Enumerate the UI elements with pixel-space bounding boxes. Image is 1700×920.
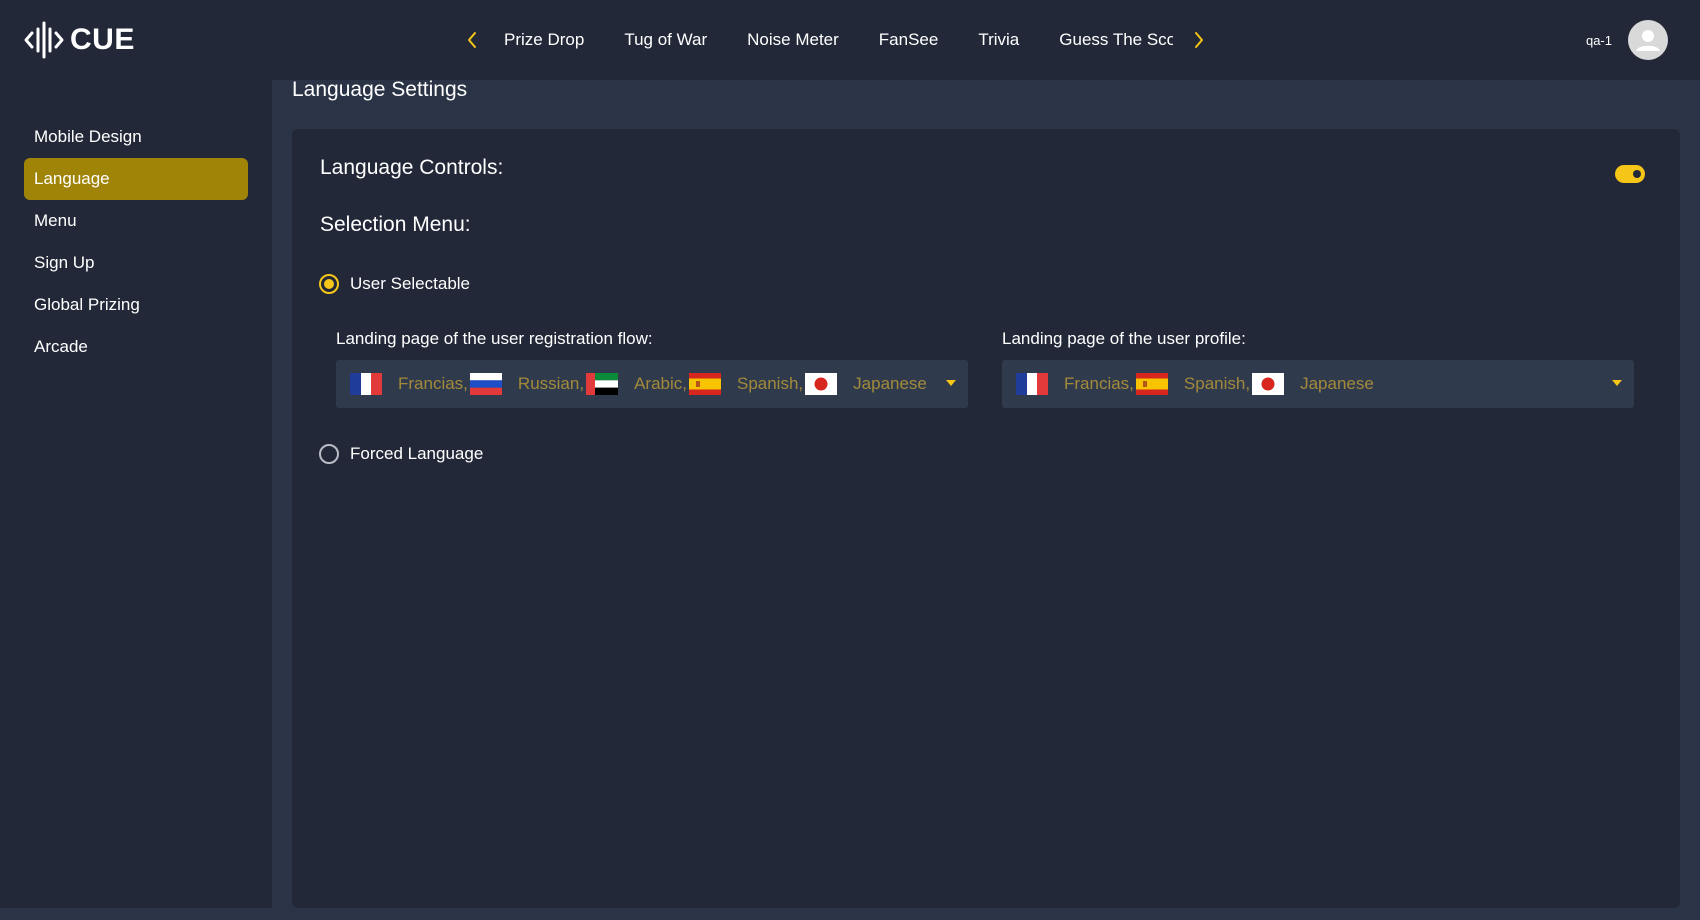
- cue-logo-icon: [24, 21, 64, 59]
- spain-flag-icon: [688, 373, 721, 395]
- tab-guess-the-score[interactable]: Guess The Sco: [1059, 30, 1173, 50]
- language-chip: Russian,: [469, 373, 586, 395]
- language-chip-label: Japanese: [853, 374, 927, 393]
- language-controls-toggle[interactable]: [1615, 165, 1645, 183]
- registration-landing-label: Landing page of the user registration fl…: [336, 329, 653, 348]
- user-selectable-radio[interactable]: [319, 274, 339, 294]
- forced-language-radio[interactable]: [319, 444, 339, 464]
- forced-language-option[interactable]: Forced Language: [319, 444, 483, 464]
- selection-menu-label: Selection Menu:: [320, 213, 471, 236]
- avatar[interactable]: [1628, 20, 1668, 60]
- language-controls-label: Language Controls:: [320, 156, 504, 179]
- tabs-next-button[interactable]: [1187, 28, 1211, 52]
- tab-noise-meter[interactable]: Noise Meter: [747, 30, 839, 50]
- sidebar-item-label: Arcade: [34, 337, 88, 356]
- dropdown-caret-icon[interactable]: [1612, 380, 1622, 386]
- top-bar: CUE Prize Drop Tug of War Noise Meter Fa…: [0, 0, 1700, 80]
- tab-prize-drop[interactable]: Prize Drop: [504, 30, 584, 50]
- profile-landing-label: Landing page of the user profile:: [1002, 329, 1246, 348]
- language-chip: Francias,: [1016, 373, 1136, 395]
- chevron-right-icon: [1195, 32, 1204, 48]
- language-chip: Francias,: [350, 373, 470, 395]
- language-chip-label: Arabic,: [634, 374, 687, 393]
- page-title: Language Settings: [292, 78, 468, 101]
- language-chip-label: Spanish,: [1183, 374, 1251, 393]
- language-chip-label: Francias,: [1064, 374, 1134, 393]
- language-chip: Spanish,: [1135, 373, 1252, 395]
- language-chip-label: Japanese: [1300, 374, 1374, 393]
- sidebar-item-global-prizing[interactable]: Global Prizing: [24, 284, 248, 326]
- sidebar: Mobile Design Language Menu Sign Up Glob…: [0, 80, 272, 908]
- sidebar-item-mobile-design[interactable]: Mobile Design: [24, 116, 248, 158]
- dropdown-caret-icon[interactable]: [946, 380, 956, 386]
- logo[interactable]: CUE: [24, 20, 135, 60]
- user-selectable-label: User Selectable: [350, 274, 471, 293]
- japan-flag-icon: [805, 373, 838, 395]
- forced-language-label: Forced Language: [350, 444, 484, 463]
- user-menu[interactable]: qa-1: [1586, 20, 1668, 60]
- language-chip: Japanese: [805, 373, 929, 395]
- bottom-strip: [0, 908, 1700, 920]
- sidebar-item-label: Menu: [34, 211, 77, 230]
- sidebar-item-label: Sign Up: [34, 253, 95, 272]
- russia-flag-icon: [469, 373, 502, 395]
- profile-language-select[interactable]: Francias, Spanish, Japanese: [1002, 360, 1634, 408]
- japan-flag-icon: [1252, 373, 1285, 395]
- language-chip-label: Russian,: [517, 374, 585, 393]
- spain-flag-icon: [1135, 373, 1168, 395]
- tab-fansee[interactable]: FanSee: [879, 30, 939, 50]
- sidebar-item-label: Global Prizing: [34, 295, 140, 314]
- registration-language-select[interactable]: Francias, Russian, Arabic, Spanish, Japa…: [336, 360, 968, 408]
- sidebar-item-language[interactable]: Language: [24, 158, 248, 200]
- user-selectable-option[interactable]: User Selectable: [319, 274, 470, 294]
- tabs-prev-button[interactable]: [460, 28, 484, 52]
- language-chip: Arabic,: [586, 373, 689, 395]
- language-chip: Spanish,: [688, 373, 805, 395]
- sidebar-item-label: Language: [34, 169, 110, 188]
- sidebar-item-sign-up[interactable]: Sign Up: [24, 242, 248, 284]
- france-flag-icon: [350, 373, 382, 395]
- user-icon: [1636, 30, 1660, 51]
- logo-text: CUE: [70, 23, 135, 56]
- feature-tabs: Prize Drop Tug of War Noise Meter FanSee…: [460, 20, 1211, 60]
- tab-trivia[interactable]: Trivia: [978, 30, 1019, 50]
- sidebar-item-arcade[interactable]: Arcade: [24, 326, 248, 368]
- toggle-knob: [1633, 170, 1641, 178]
- language-chip-label: Spanish,: [736, 374, 804, 393]
- sidebar-item-menu[interactable]: Menu: [24, 200, 248, 242]
- uae-flag-icon: [586, 373, 619, 395]
- tab-tug-of-war[interactable]: Tug of War: [624, 30, 707, 50]
- user-name: qa-1: [1585, 32, 1612, 48]
- language-settings-panel: Language Controls: Selection Menu: User …: [292, 129, 1680, 908]
- chevron-left-icon: [468, 32, 476, 48]
- language-chip-label: Francias,: [398, 374, 468, 393]
- sidebar-item-label: Mobile Design: [34, 127, 142, 146]
- language-chip: Japanese: [1252, 373, 1376, 395]
- france-flag-icon: [1016, 373, 1048, 395]
